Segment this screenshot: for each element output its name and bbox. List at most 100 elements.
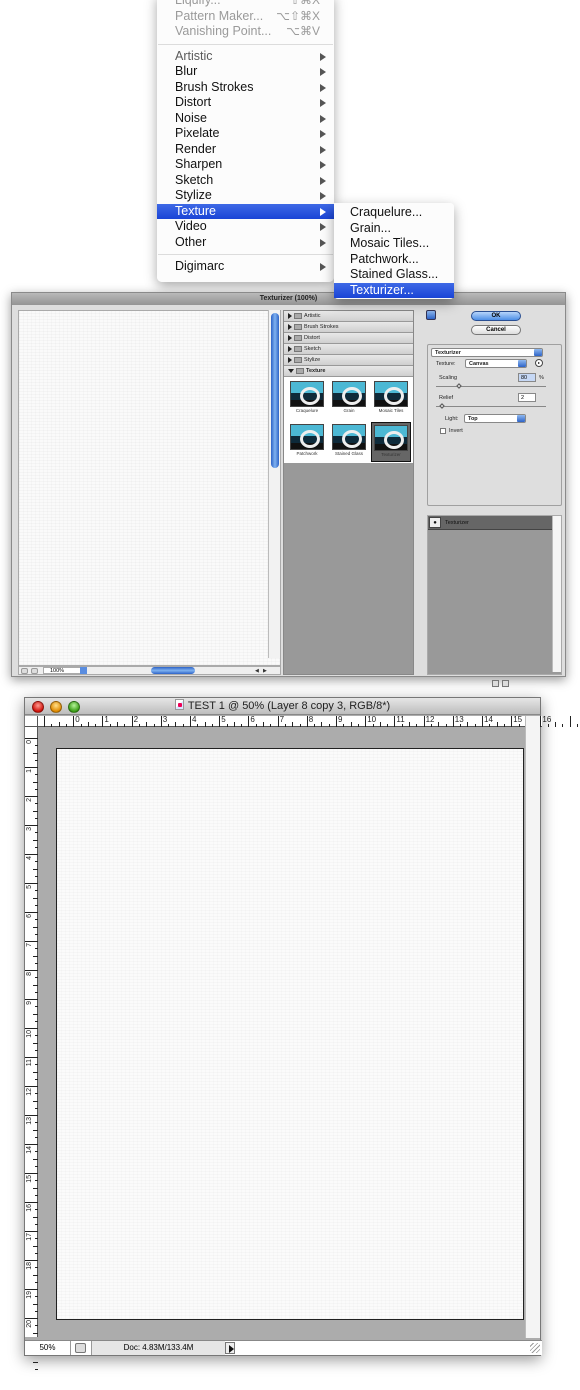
texture-thumbnails: Craquelure Grain Mosaic Tiles Patchwork Stai… [284, 377, 413, 463]
scroll-left-icon[interactable]: ◀ [255, 668, 259, 674]
menu-item-other[interactable]: Other [157, 235, 334, 251]
thumbnail-image [374, 381, 408, 407]
thumbnail-image [332, 381, 366, 407]
document-titlebar[interactable]: TEST 1 @ 50% (Layer 8 copy 3, RGB/8*) [25, 698, 540, 715]
thumbnail-image [332, 424, 366, 450]
resize-grip-icon[interactable] [530, 1343, 540, 1353]
horizontal-ruler[interactable]: 0 1 2 3 4 5 6 7 8 9 10 11 12 13 14 15 16 [38, 715, 578, 727]
menu-item-sharpen[interactable]: Sharpen [157, 157, 334, 173]
texture-select-value: Canvas [469, 361, 489, 367]
menu-item-artistic[interactable]: Artistic [157, 49, 334, 65]
scroll-right-icon[interactable]: ▶ [263, 668, 267, 674]
disclosure-triangle-icon [288, 368, 294, 373]
status-bar: 50% Doc: 4.83M/133.4M [25, 1340, 542, 1355]
submenu-item-mosaic-tiles[interactable]: Mosaic Tiles... [334, 236, 454, 252]
zoom-level-field[interactable]: 50% [25, 1341, 71, 1355]
new-effect-layer-icon[interactable] [492, 680, 499, 687]
ruler-minor-tick [65, 724, 67, 727]
zoom-in-button[interactable] [31, 668, 38, 674]
zoom-dropdown-icon[interactable] [80, 667, 87, 674]
ruler-major-tick [423, 716, 425, 727]
filter-preview[interactable] [18, 310, 281, 666]
disclosure-triangle-icon [288, 312, 292, 319]
document-canvas[interactable] [56, 748, 524, 1320]
menu-item-blur[interactable]: Blur [157, 64, 334, 80]
invert-checkbox[interactable] [440, 428, 446, 434]
ruler-minor-tick [33, 839, 38, 841]
filter-thumbnail-texturizer[interactable]: Texturizer [371, 422, 411, 462]
filter-thumbnail-patchwork[interactable]: Patchwork [287, 422, 327, 462]
effect-layer-row[interactable]: ● Texturizer [428, 516, 561, 530]
version-cue-icon[interactable] [75, 1343, 86, 1353]
status-menu-arrow-icon[interactable] [225, 1342, 235, 1354]
submenu-item-grain[interactable]: Grain... [334, 221, 454, 237]
texture-select[interactable]: Canvas [465, 359, 527, 368]
menu-item-label: Noise [175, 110, 207, 125]
ruler-minor-tick [33, 1158, 38, 1160]
menu-item-noise[interactable]: Noise [157, 111, 334, 127]
gallery-category-texture[interactable]: Texture [284, 366, 413, 377]
filter-thumbnail-craquelure[interactable]: Craquelure [287, 379, 327, 419]
effect-layers-scrollbar[interactable] [552, 516, 561, 672]
relief-slider-knob[interactable] [439, 403, 445, 409]
submenu-item-texturizer[interactable]: Texturizer... [334, 282, 454, 298]
vertical-ruler[interactable]: 0 1 2 3 4 5 6 7 8 9 10 11 12 13 14 15 16 17 18 19 20 [25, 727, 38, 1370]
ruler-label: 0 [26, 740, 33, 744]
texture-menu-button[interactable]: ▸ [535, 359, 543, 367]
gallery-category-distort[interactable]: Distort [284, 333, 413, 344]
relief-input[interactable]: 2 [518, 393, 536, 402]
ruler-minor-tick [204, 722, 206, 727]
zoom-out-button[interactable] [21, 668, 28, 674]
ruler-minor-tick [496, 722, 498, 727]
menu-item-distort[interactable]: Distort [157, 95, 334, 111]
submenu-item-stained-glass[interactable]: Stained Glass... [334, 267, 454, 283]
thumbnail-label: Mosaic Tiles [378, 408, 404, 413]
menu-item-texture[interactable]: Texture [157, 203, 334, 219]
gallery-category-brush-strokes[interactable]: Brush Strokes [284, 322, 413, 333]
menu-item-sketch[interactable]: Sketch [157, 173, 334, 189]
gallery-category-artistic[interactable]: Artistic [284, 311, 413, 322]
menu-item-digimarc[interactable]: Digimarc [157, 259, 334, 275]
preview-zoom-field[interactable]: 100% [43, 667, 81, 674]
ruler-origin[interactable] [25, 716, 38, 727]
collapse-gallery-button[interactable] [426, 310, 436, 320]
menu-item-video[interactable]: Video [157, 219, 334, 235]
cancel-button[interactable]: Cancel [471, 325, 521, 335]
document-vertical-scrollbar[interactable] [525, 716, 540, 1338]
filter-thumbnail-grain[interactable]: Grain [329, 379, 369, 419]
submenu-item-patchwork[interactable]: Patchwork... [334, 252, 454, 268]
menu-item-stylize[interactable]: Stylize [157, 188, 334, 204]
filter-thumbnail-stained-glass[interactable]: Stained Glass [329, 422, 369, 462]
light-select[interactable]: Top [464, 414, 526, 423]
menu-item-brush-strokes[interactable]: Brush Strokes [157, 80, 334, 96]
preview-vertical-scrollbar[interactable] [268, 310, 280, 658]
ruler-minor-tick [35, 846, 38, 848]
ruler-label: 8 [308, 715, 314, 724]
menu-item-label: Liquify... [175, 0, 221, 7]
filter-select[interactable]: Texturizer [431, 348, 543, 357]
ruler-minor-tick [409, 722, 410, 727]
menu-item-render[interactable]: Render [157, 142, 334, 158]
ok-button[interactable]: OK [471, 311, 521, 321]
preview-horizontal-scroll-thumb[interactable] [151, 667, 195, 674]
filter-settings-panel: OK Cancel Texturizer Texture: Canvas ▸ S… [426, 310, 563, 687]
filter-thumbnail-mosaic-tiles[interactable]: Mosaic Tiles [371, 379, 411, 419]
scaling-slider[interactable] [436, 386, 546, 387]
preview-scroll-thumb[interactable] [271, 313, 279, 468]
gallery-category-stylize[interactable]: Stylize [284, 355, 413, 366]
ruler-minor-tick [95, 724, 97, 727]
ruler-minor-tick [401, 724, 403, 727]
eye-icon[interactable]: ● [429, 517, 441, 528]
filter-gallery: Artistic Brush Strokes Distort Sketch Styliz… [283, 310, 414, 675]
menu-item-pixelate[interactable]: Pixelate [157, 126, 334, 142]
scaling-input[interactable]: 80 [518, 373, 536, 382]
folder-icon [294, 323, 302, 330]
ruler-label: 3 [26, 827, 33, 831]
ruler-minor-tick [233, 722, 235, 727]
relief-slider[interactable] [436, 406, 546, 407]
scaling-slider-knob[interactable] [456, 383, 462, 389]
ruler-minor-tick [35, 1107, 38, 1109]
submenu-item-craquelure[interactable]: Craquelure... [334, 205, 454, 221]
delete-effect-layer-icon[interactable] [502, 680, 509, 687]
gallery-category-sketch[interactable]: Sketch [284, 344, 413, 355]
